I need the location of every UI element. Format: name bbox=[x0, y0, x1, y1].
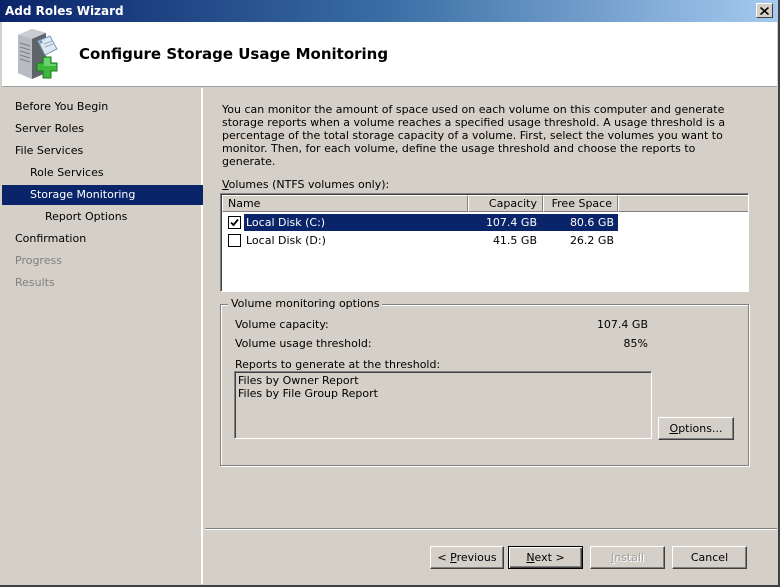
volume-usage-threshold-value: 85% bbox=[623, 337, 648, 350]
report-item: Files by Owner Report bbox=[238, 374, 359, 387]
sidebar-item-file-services[interactable]: File Services bbox=[2, 141, 203, 161]
volume-usage-threshold-label: Volume usage threshold: bbox=[235, 337, 372, 350]
volume-c-checkbox[interactable] bbox=[228, 216, 241, 229]
checkmark-icon bbox=[230, 218, 239, 227]
close-button[interactable] bbox=[756, 3, 773, 18]
wizard-steps-sidebar: Before You Begin Server Roles File Servi… bbox=[2, 88, 203, 584]
options-button[interactable]: Options... bbox=[658, 417, 734, 440]
footer-separator bbox=[205, 528, 777, 530]
add-roles-wizard-window: Add Roles Wizard Configure Storage Usage… bbox=[0, 0, 780, 587]
volumes-label-accelerator: V bbox=[222, 178, 229, 191]
groupbox-legend: Volume monitoring options bbox=[228, 297, 383, 310]
previous-label: revious bbox=[456, 551, 497, 564]
sidebar-item-storage-monitoring[interactable]: Storage Monitoring bbox=[2, 185, 203, 205]
volume-name: Local Disk (C:) bbox=[244, 214, 468, 231]
description-text: You can monitor the amount of space used… bbox=[222, 103, 726, 168]
wizard-header: Configure Storage Usage Monitoring bbox=[2, 22, 777, 87]
next-label: ext > bbox=[534, 551, 565, 564]
next-button[interactable]: Next > bbox=[508, 546, 583, 569]
sidebar-item-report-options[interactable]: Report Options bbox=[2, 207, 203, 227]
server-add-role-icon bbox=[18, 29, 58, 79]
volume-d-checkbox[interactable] bbox=[228, 234, 241, 247]
volume-free-space: 80.6 GB bbox=[543, 214, 618, 231]
reports-label: Reports to generate at the threshold: bbox=[235, 358, 441, 371]
volume-free-space: 26.2 GB bbox=[569, 234, 614, 247]
sidebar-item-role-services[interactable]: Role Services bbox=[2, 163, 203, 183]
reports-list: Files by Owner Report Files by File Grou… bbox=[234, 371, 652, 439]
sidebar-item-results: Results bbox=[15, 276, 55, 289]
column-header-filler bbox=[618, 195, 748, 212]
report-item: Files by File Group Report bbox=[238, 387, 378, 400]
column-header-free-space[interactable]: Free Space bbox=[543, 195, 618, 212]
close-icon bbox=[760, 6, 769, 15]
volume-capacity: 107.4 GB bbox=[468, 214, 543, 231]
page-title: Configure Storage Usage Monitoring bbox=[79, 45, 389, 63]
sidebar-item-before-you-begin[interactable]: Before You Begin bbox=[2, 97, 203, 117]
options-accelerator: O bbox=[669, 422, 679, 435]
window-title: Add Roles Wizard bbox=[5, 4, 124, 18]
volume-row-d[interactable]: Local Disk (D:) 41.5 GB 26.2 GB bbox=[222, 232, 617, 249]
column-header-name[interactable]: Name bbox=[222, 195, 468, 212]
volume-capacity-value: 107.4 GB bbox=[596, 318, 648, 331]
previous-prefix: < bbox=[437, 551, 451, 564]
volumes-label: Volumes (NTFS volumes only): bbox=[222, 178, 389, 191]
volumes-list[interactable]: Name Capacity Free Space Local Disk (C:)… bbox=[220, 193, 749, 292]
volume-name: Local Disk (D:) bbox=[246, 234, 326, 247]
volume-monitoring-options-group: Volume monitoring options Volume capacit… bbox=[220, 297, 749, 466]
install-label: nstall bbox=[614, 551, 645, 564]
volumes-label-text: olumes (NTFS volumes only): bbox=[228, 178, 390, 191]
sidebar-item-server-roles[interactable]: Server Roles bbox=[2, 119, 203, 139]
options-label: ptions... bbox=[678, 422, 723, 435]
main-content: You can monitor the amount of space used… bbox=[205, 88, 777, 528]
install-button: Install bbox=[590, 546, 665, 569]
column-header-capacity[interactable]: Capacity bbox=[468, 195, 543, 212]
sidebar-item-confirmation[interactable]: Confirmation bbox=[2, 229, 203, 249]
next-accelerator: N bbox=[526, 551, 535, 564]
previous-button[interactable]: < Previous bbox=[430, 546, 504, 569]
volume-capacity: 41.5 GB bbox=[492, 234, 537, 247]
volumes-list-header: Name Capacity Free Space bbox=[222, 195, 748, 212]
title-bar[interactable]: Add Roles Wizard bbox=[0, 0, 778, 22]
volume-row-c[interactable]: Local Disk (C:) 107.4 GB 80.6 GB bbox=[222, 214, 618, 231]
volume-capacity-label: Volume capacity: bbox=[235, 318, 329, 331]
cancel-button[interactable]: Cancel bbox=[672, 546, 747, 569]
sidebar-item-progress: Progress bbox=[15, 254, 62, 267]
